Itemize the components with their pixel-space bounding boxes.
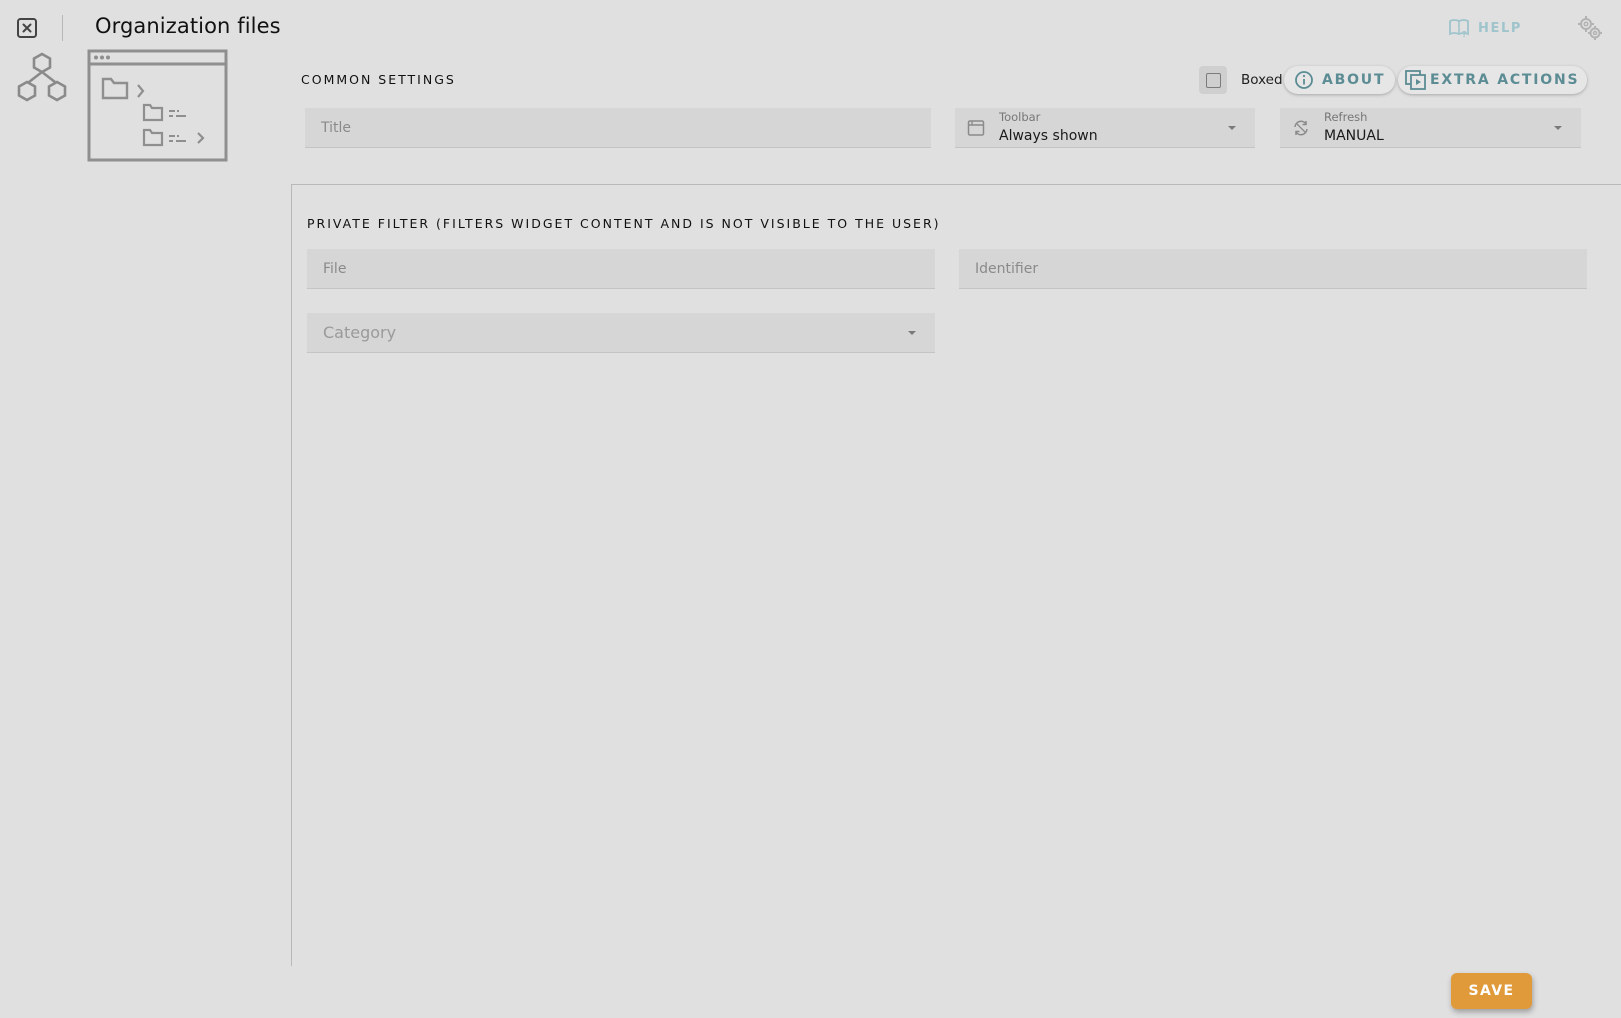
about-label: ABOUT (1322, 72, 1386, 88)
extra-actions-icon (1405, 70, 1426, 90)
save-button[interactable]: SAVE (1451, 973, 1532, 1009)
toolbar-window-icon (967, 120, 985, 136)
svg-text:?: ? (1462, 30, 1468, 38)
common-settings-heading: COMMON SETTINGS (301, 72, 456, 87)
toolbar-select[interactable]: Toolbar Always shown (955, 108, 1255, 148)
toolbar-value: Always shown (999, 128, 1098, 144)
chevron-down-icon (1228, 126, 1236, 130)
boxed-checkbox[interactable]: Boxed (1199, 66, 1283, 94)
refresh-label: Refresh (1324, 110, 1368, 124)
section-divider-vertical (291, 184, 292, 966)
about-button[interactable]: ABOUT (1284, 66, 1396, 94)
help-book-icon: ? (1449, 19, 1469, 38)
help-label: HELP (1478, 20, 1522, 36)
file-input[interactable]: File (307, 249, 935, 289)
page-title: Organization files (95, 14, 281, 38)
boxed-label: Boxed (1241, 72, 1283, 88)
chevron-down-icon (1554, 126, 1562, 130)
chevron-down-icon (908, 331, 916, 335)
extra-actions-button[interactable]: EXTRA ACTIONS (1398, 66, 1588, 94)
toolbar-label: Toolbar (999, 110, 1041, 124)
refresh-value: MANUAL (1324, 128, 1384, 144)
title-placeholder: Title (321, 120, 352, 136)
section-divider (291, 184, 1621, 185)
private-filter-heading: PRIVATE FILTER (FILTERS WIDGET CONTENT A… (307, 216, 941, 231)
refresh-icon (1294, 120, 1308, 136)
checkbox-frame (1199, 66, 1227, 94)
file-placeholder: File (323, 261, 347, 277)
refresh-select[interactable]: Refresh MANUAL (1280, 108, 1581, 148)
widget-logo-icon (17, 52, 67, 102)
category-placeholder: Category (323, 323, 397, 342)
close-button[interactable] (16, 17, 38, 39)
header-divider (62, 15, 63, 41)
extra-actions-label: EXTRA ACTIONS (1430, 72, 1580, 88)
title-input[interactable]: Title (305, 108, 931, 148)
help-button[interactable]: ? HELP (1448, 16, 1522, 40)
info-icon (1295, 71, 1313, 89)
identifier-placeholder: Identifier (975, 261, 1039, 277)
settings-gears-icon[interactable] (1576, 14, 1604, 42)
checkbox-square (1205, 72, 1221, 88)
category-select[interactable]: Category (307, 313, 935, 353)
identifier-input[interactable]: Identifier (959, 249, 1587, 289)
widget-preview-icon (87, 49, 228, 162)
close-icon (17, 18, 37, 38)
